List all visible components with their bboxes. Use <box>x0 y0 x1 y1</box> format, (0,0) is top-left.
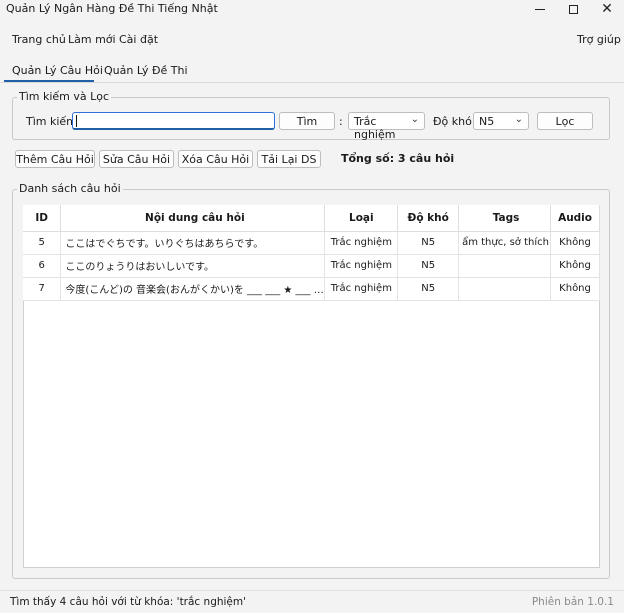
col-id[interactable]: ID <box>23 205 62 232</box>
search-button[interactable]: Tìm <box>279 112 335 130</box>
cell-level: N5 <box>397 254 460 278</box>
menu-settings[interactable]: Cài đặt <box>119 33 158 46</box>
delete-question-button[interactable]: Xóa Câu Hỏi <box>178 150 253 168</box>
table-row[interactable]: 6 ここのりょうりはおいしいです。 Trắc nghiệm N5 Không <box>23 254 600 278</box>
menu-new[interactable]: Làm mới <box>68 33 116 46</box>
cell-tags <box>458 277 552 301</box>
list-group-title: Danh sách câu hỏi <box>17 182 123 195</box>
edit-question-button[interactable]: Sửa Câu Hỏi <box>99 150 174 168</box>
cell-audio: Không <box>550 277 600 301</box>
cell-type: Trắc nghiệm <box>324 277 399 301</box>
type-select-value: Trắc nghiệm <box>354 115 396 141</box>
cell-audio: Không <box>550 231 600 255</box>
col-audio[interactable]: Audio <box>550 205 600 232</box>
search-group-title: Tìm kiếm và Lọc <box>17 90 112 103</box>
close-button[interactable]: ✕ <box>592 0 622 18</box>
table-row[interactable]: 7 今度(こんど)の 音楽会(おんがくかい)を ___ ___ ★ ___ です… <box>23 277 600 301</box>
question-table: ID Nội dung câu hỏi Loại Độ khó Tags Aud… <box>23 205 600 301</box>
version-label: Phiên bản 1.0.1 <box>531 596 614 608</box>
col-type[interactable]: Loại <box>324 205 399 232</box>
status-message: Tìm thấy 4 câu hỏi với từ khóa: 'trắc ng… <box>10 596 247 608</box>
total-count: Tổng số: 3 câu hỏi <box>341 152 455 165</box>
cell-audio: Không <box>550 254 600 278</box>
level-label: Độ khó: <box>433 115 476 128</box>
chevron-down-icon: ⌄ <box>514 114 523 125</box>
cell-level: N5 <box>397 231 460 255</box>
col-content[interactable]: Nội dung câu hỏi <box>60 205 326 232</box>
cell-tags <box>458 254 552 278</box>
status-bar: Tìm thấy 4 câu hỏi với từ khóa: 'trắc ng… <box>0 590 624 613</box>
menu-help[interactable]: Trợ giúp <box>577 33 621 46</box>
add-question-button[interactable]: Thêm Câu Hỏi <box>15 150 95 168</box>
maximize-button[interactable] <box>558 0 588 18</box>
minimize-icon <box>535 8 545 10</box>
search-input[interactable] <box>72 112 275 130</box>
cell-type: Trắc nghiệm <box>324 254 399 278</box>
cell-level: N5 <box>397 277 460 301</box>
cell-type: Trắc nghiệm <box>324 231 399 255</box>
type-select[interactable]: Trắc nghiệm ⌄ <box>348 112 425 141</box>
table-row[interactable]: 5 ここはでぐちです。いりぐちはあちらです。 Trắc nghiệm N5 ẩm… <box>23 231 600 255</box>
type-separator: : <box>339 115 343 128</box>
level-select-value: N5 <box>479 115 495 128</box>
cell-content: ここのりょうりはおいしいです。 <box>60 254 326 278</box>
window-title: Quản Lý Ngân Hàng Đề Thi Tiếng Nhật <box>6 2 218 15</box>
level-select[interactable]: N5 ⌄ <box>473 112 529 130</box>
text-caret <box>76 115 77 127</box>
close-icon: ✕ <box>601 1 613 17</box>
title-bar: Quản Lý Ngân Hàng Đề Thi Tiếng Nhật ✕ <box>0 0 624 18</box>
minimize-button[interactable] <box>525 0 555 18</box>
tab-exams[interactable]: Quản Lý Đề Thi <box>104 64 188 77</box>
cell-id: 7 <box>23 277 62 301</box>
tab-questions[interactable]: Quản Lý Câu Hỏi <box>12 64 103 77</box>
chevron-down-icon: ⌄ <box>410 114 419 125</box>
col-tags[interactable]: Tags <box>458 205 552 232</box>
maximize-icon <box>568 4 578 14</box>
cell-content: ここはでぐちです。いりぐちはあちらです。 <box>60 231 326 255</box>
cell-id: 5 <box>23 231 62 255</box>
menu-bar: Trang chủ Làm mới Cài đặt Trợ giúp <box>0 30 624 50</box>
reload-list-button[interactable]: Tải Lại DS <box>257 150 321 168</box>
cell-content: 今度(こんど)の 音楽会(おんがくかい)を ___ ___ ★ ___ です。 <box>60 277 326 301</box>
filter-button[interactable]: Lọc <box>537 112 593 130</box>
table-header-row: ID Nội dung câu hỏi Loại Độ khó Tags Aud… <box>23 205 600 232</box>
cell-tags: ẩm thực, sở thích <box>458 231 552 255</box>
tab-divider <box>0 82 624 83</box>
tab-bar: Quản Lý Câu Hỏi Quản Lý Đề Thi <box>0 60 624 82</box>
cell-id: 6 <box>23 254 62 278</box>
col-level[interactable]: Độ khó <box>397 205 460 232</box>
menu-home[interactable]: Trang chủ <box>12 33 66 46</box>
